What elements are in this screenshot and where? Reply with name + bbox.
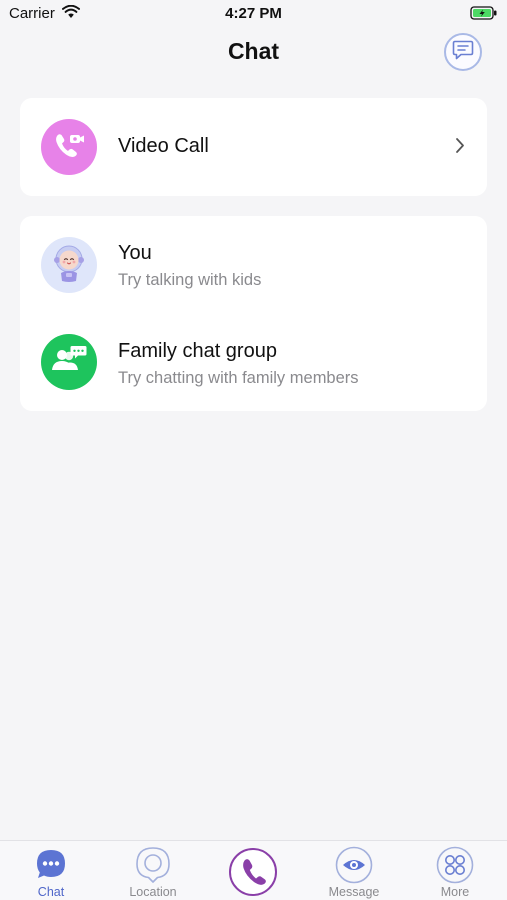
video-phone-icon xyxy=(51,130,87,165)
tab-call[interactable] xyxy=(203,841,303,900)
phone-icon xyxy=(228,847,278,900)
eye-icon xyxy=(335,846,373,889)
tab-bar: Chat Location Message More xyxy=(0,840,507,900)
video-call-avatar xyxy=(41,119,97,175)
tab-message[interactable]: Message xyxy=(304,841,404,900)
kid-avatar xyxy=(41,237,97,293)
tab-label-location: Location xyxy=(129,885,177,899)
page-title: Chat xyxy=(227,38,280,64)
list-item-you[interactable]: You Try talking with kids xyxy=(20,216,487,314)
grid-icon xyxy=(436,846,474,889)
battery-icon xyxy=(470,6,498,25)
video-call-label: Video Call xyxy=(118,135,209,157)
location-icon xyxy=(135,846,171,889)
contact-subtitle-family: Try chatting with family members xyxy=(118,369,359,387)
chevron-right-icon xyxy=(455,137,465,159)
kid-character-icon xyxy=(46,240,92,291)
contacts-card: You Try talking with kids Family chat gr… xyxy=(20,216,487,411)
chat-bubble-icon xyxy=(452,40,474,65)
tab-label-message: Message xyxy=(328,885,380,899)
tab-more[interactable]: More xyxy=(405,841,505,900)
tab-location[interactable]: Location xyxy=(103,841,203,900)
family-group-avatar xyxy=(41,334,97,390)
tab-label-more: More xyxy=(440,885,470,899)
list-item-family-chat-group[interactable]: Family chat group Try chatting with fami… xyxy=(20,313,487,411)
contact-subtitle-you: Try talking with kids xyxy=(118,271,262,289)
tab-chat[interactable]: Chat xyxy=(1,841,101,900)
chat-icon xyxy=(34,848,68,887)
new-chat-button[interactable] xyxy=(444,33,482,71)
status-bar: Carrier 4:27 PM xyxy=(0,0,507,28)
status-time: 4:27 PM xyxy=(225,5,282,22)
group-chat-icon xyxy=(49,343,89,382)
contact-title-family: Family chat group xyxy=(118,340,277,362)
tab-label-chat: Chat xyxy=(37,885,65,899)
contact-title-you: You xyxy=(118,242,152,264)
video-call-card[interactable]: Video Call xyxy=(20,98,487,196)
